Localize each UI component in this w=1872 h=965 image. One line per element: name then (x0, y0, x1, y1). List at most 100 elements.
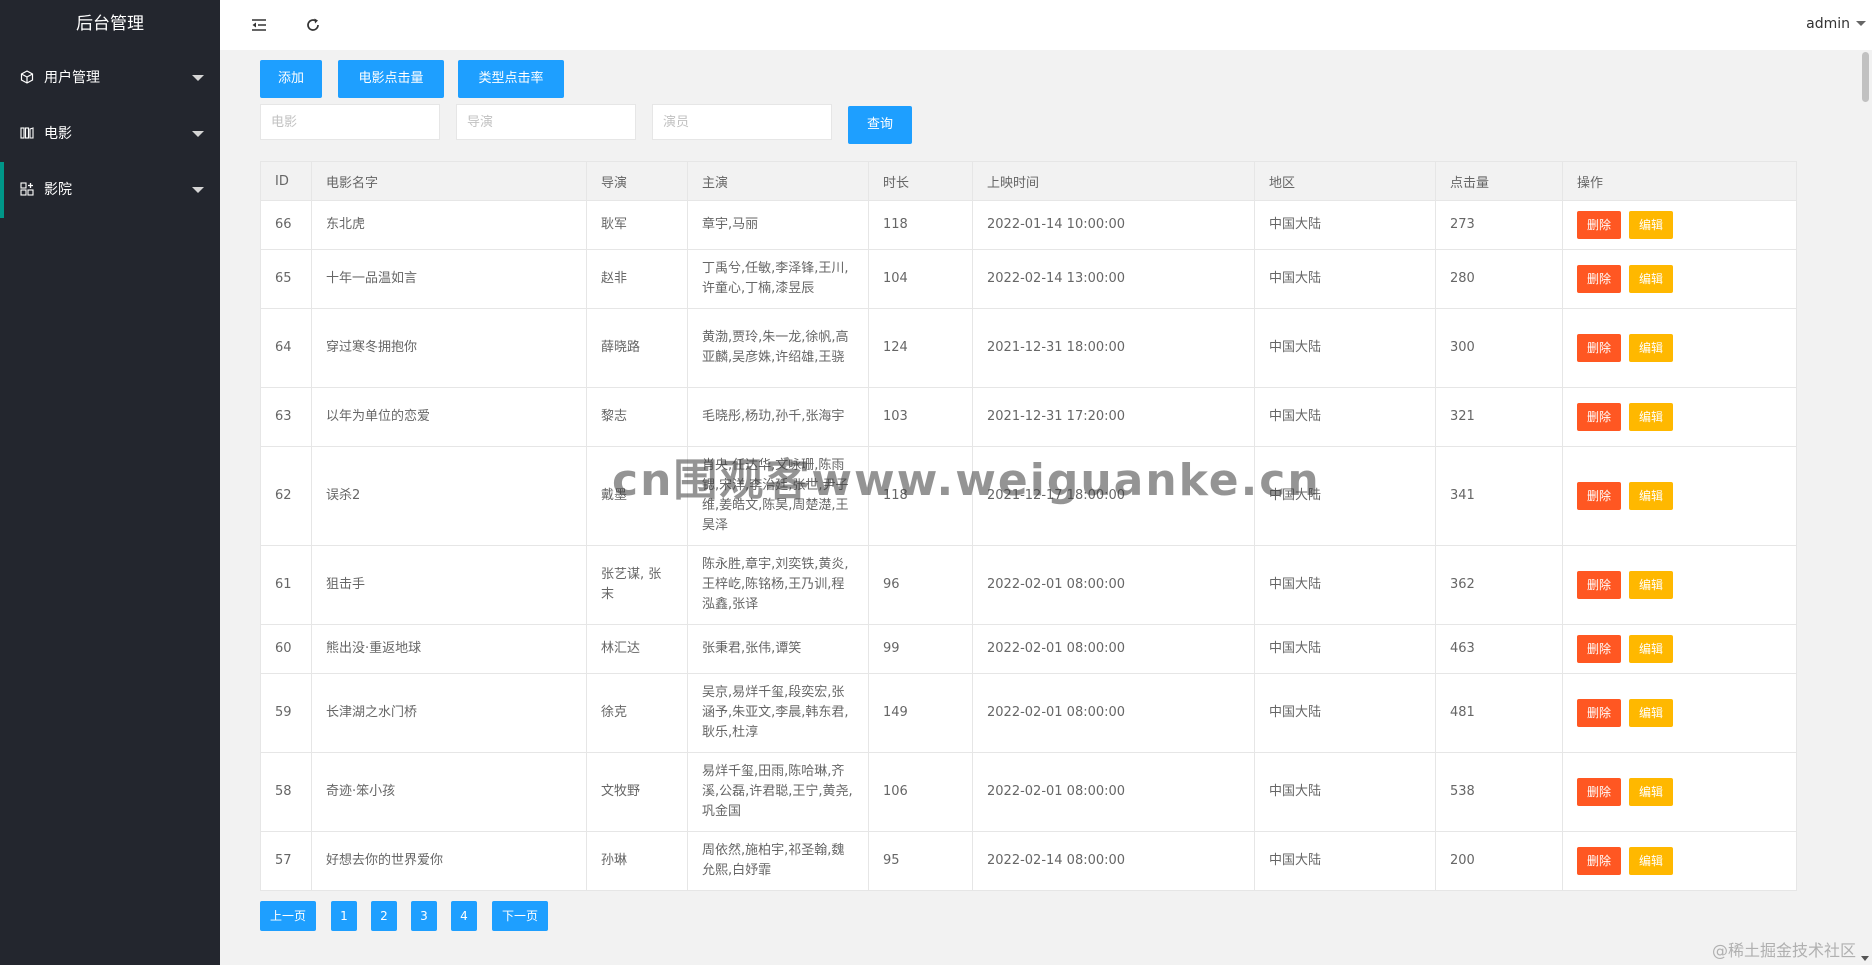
delete-button[interactable]: 删除 (1577, 847, 1622, 875)
sidebar-item-cinemas[interactable]: 影院 (0, 162, 220, 218)
actor-filter-input[interactable] (652, 104, 832, 140)
cell-name: 奇迹·笨小孩 (311, 752, 587, 832)
chevron-down-icon (192, 187, 204, 193)
delete-button[interactable]: 删除 (1577, 635, 1622, 663)
sidebar-item-label: 影院 (44, 182, 72, 198)
header-clicks: 点击量 (1435, 161, 1563, 201)
add-button[interactable]: 添加 (260, 60, 322, 98)
sidebar-item-label: 用户管理 (44, 70, 100, 86)
search-button[interactable]: 查询 (848, 106, 912, 144)
user-menu[interactable]: admin (1806, 16, 1866, 32)
cell-cast: 黄渤,贾玲,朱一龙,徐帆,高亚麟,吴彦姝,许绍雄,王骁 (687, 308, 869, 388)
cell-actions: 删除 编辑 (1562, 673, 1797, 753)
edit-button[interactable]: 编辑 (1629, 211, 1674, 239)
cell-director: 张艺谋, 张末 (586, 545, 688, 625)
cell-clicks: 538 (1435, 752, 1563, 832)
edit-button[interactable]: 编辑 (1629, 403, 1674, 431)
delete-button[interactable]: 删除 (1577, 211, 1622, 239)
cell-clicks: 300 (1435, 308, 1563, 388)
cell-name: 误杀2 (311, 446, 587, 546)
scrollbar-thumb[interactable] (1862, 52, 1869, 102)
header-director: 导演 (586, 161, 688, 201)
cell-name: 东北虎 (311, 200, 587, 250)
scrollbar[interactable] (1859, 50, 1870, 950)
cell-release: 2021-12-31 18:00:00 (972, 308, 1255, 388)
movie-filter-input[interactable] (260, 104, 440, 140)
delete-button[interactable]: 删除 (1577, 778, 1622, 806)
cell-director: 赵非 (586, 249, 688, 309)
cell-region: 中国大陆 (1254, 308, 1436, 388)
director-filter-input[interactable] (456, 104, 636, 140)
page-button-4[interactable]: 4 (451, 901, 477, 931)
cell-release: 2022-02-14 13:00:00 (972, 249, 1255, 309)
header-release: 上映时间 (972, 161, 1255, 201)
app-title: 后台管理 (76, 14, 144, 34)
cell-clicks: 273 (1435, 200, 1563, 250)
cell-actions: 删除 编辑 (1562, 831, 1797, 891)
cell-clicks: 200 (1435, 831, 1563, 891)
cell-id: 66 (260, 200, 312, 250)
edit-button[interactable]: 编辑 (1629, 482, 1674, 510)
cell-id: 57 (260, 831, 312, 891)
cell-name: 以年为单位的恋爱 (311, 387, 587, 447)
sidebar-item-movies[interactable]: 电影 (0, 106, 220, 162)
apps-icon (20, 182, 34, 196)
cell-clicks: 321 (1435, 387, 1563, 447)
cell-duration: 149 (868, 673, 973, 753)
delete-button[interactable]: 删除 (1577, 482, 1622, 510)
cell-director: 薛晓路 (586, 308, 688, 388)
cell-id: 63 (260, 387, 312, 447)
cell-region: 中国大陆 (1254, 200, 1436, 250)
cell-release: 2022-02-14 08:00:00 (972, 831, 1255, 891)
sidebar-item-label: 电影 (44, 126, 72, 142)
edit-button[interactable]: 编辑 (1629, 334, 1674, 362)
cell-actions: 删除 编辑 (1562, 249, 1797, 309)
table-header-row: ID 电影名字 导演 主演 时长 上映时间 地区 点击量 操作 (260, 161, 1797, 201)
cell-id: 62 (260, 446, 312, 546)
prev-page-button[interactable]: 上一页 (260, 901, 316, 931)
cell-actions: 删除 编辑 (1562, 387, 1797, 447)
edit-button[interactable]: 编辑 (1629, 778, 1674, 806)
cell-duration: 106 (868, 752, 973, 832)
delete-button[interactable]: 删除 (1577, 699, 1622, 727)
chevron-down-icon (192, 131, 204, 137)
page-button-3[interactable]: 3 (411, 901, 437, 931)
edit-button[interactable]: 编辑 (1629, 635, 1674, 663)
edit-button[interactable]: 编辑 (1629, 847, 1674, 875)
cell-clicks: 463 (1435, 624, 1563, 674)
edit-button[interactable]: 编辑 (1629, 699, 1674, 727)
menu-fold-icon[interactable] (250, 16, 268, 34)
movie-clicks-button[interactable]: 电影点击量 (338, 60, 444, 98)
movie-table: ID 电影名字 导演 主演 时长 上映时间 地区 点击量 操作 66 东北虎 耿… (260, 161, 1797, 891)
scroll-down-arrow-icon[interactable] (1861, 956, 1869, 961)
cell-actions: 删除 编辑 (1562, 446, 1797, 546)
edit-button[interactable]: 编辑 (1629, 571, 1674, 599)
delete-button[interactable]: 删除 (1577, 571, 1622, 599)
refresh-icon[interactable] (304, 16, 322, 34)
cell-cast: 周依然,施柏宇,祁圣翰,魏允熙,白妤霏 (687, 831, 869, 891)
cell-clicks: 280 (1435, 249, 1563, 309)
cell-cast: 章宇,马丽 (687, 200, 869, 250)
delete-button[interactable]: 删除 (1577, 265, 1622, 293)
header-region: 地区 (1254, 161, 1436, 201)
film-icon (20, 127, 34, 139)
type-clicks-button[interactable]: 类型点击率 (458, 60, 564, 98)
edit-button[interactable]: 编辑 (1629, 265, 1674, 293)
page-button-2[interactable]: 2 (371, 901, 397, 931)
cell-region: 中国大陆 (1254, 624, 1436, 674)
cell-id: 64 (260, 308, 312, 388)
header-id: ID (260, 161, 312, 201)
delete-button[interactable]: 删除 (1577, 403, 1622, 431)
sidebar: 后台管理 用户管理 电影 影院 (0, 0, 220, 965)
page-button-1[interactable]: 1 (331, 901, 357, 931)
cell-id: 60 (260, 624, 312, 674)
cell-name: 十年一品温如言 (311, 249, 587, 309)
sidebar-item-user-management[interactable]: 用户管理 (0, 50, 220, 106)
cell-actions: 删除 编辑 (1562, 624, 1797, 674)
cell-region: 中国大陆 (1254, 387, 1436, 447)
cell-name: 熊出没·重返地球 (311, 624, 587, 674)
delete-button[interactable]: 删除 (1577, 334, 1622, 362)
next-page-button[interactable]: 下一页 (492, 901, 548, 931)
cell-release: 2022-02-01 08:00:00 (972, 752, 1255, 832)
cell-actions: 删除 编辑 (1562, 545, 1797, 625)
